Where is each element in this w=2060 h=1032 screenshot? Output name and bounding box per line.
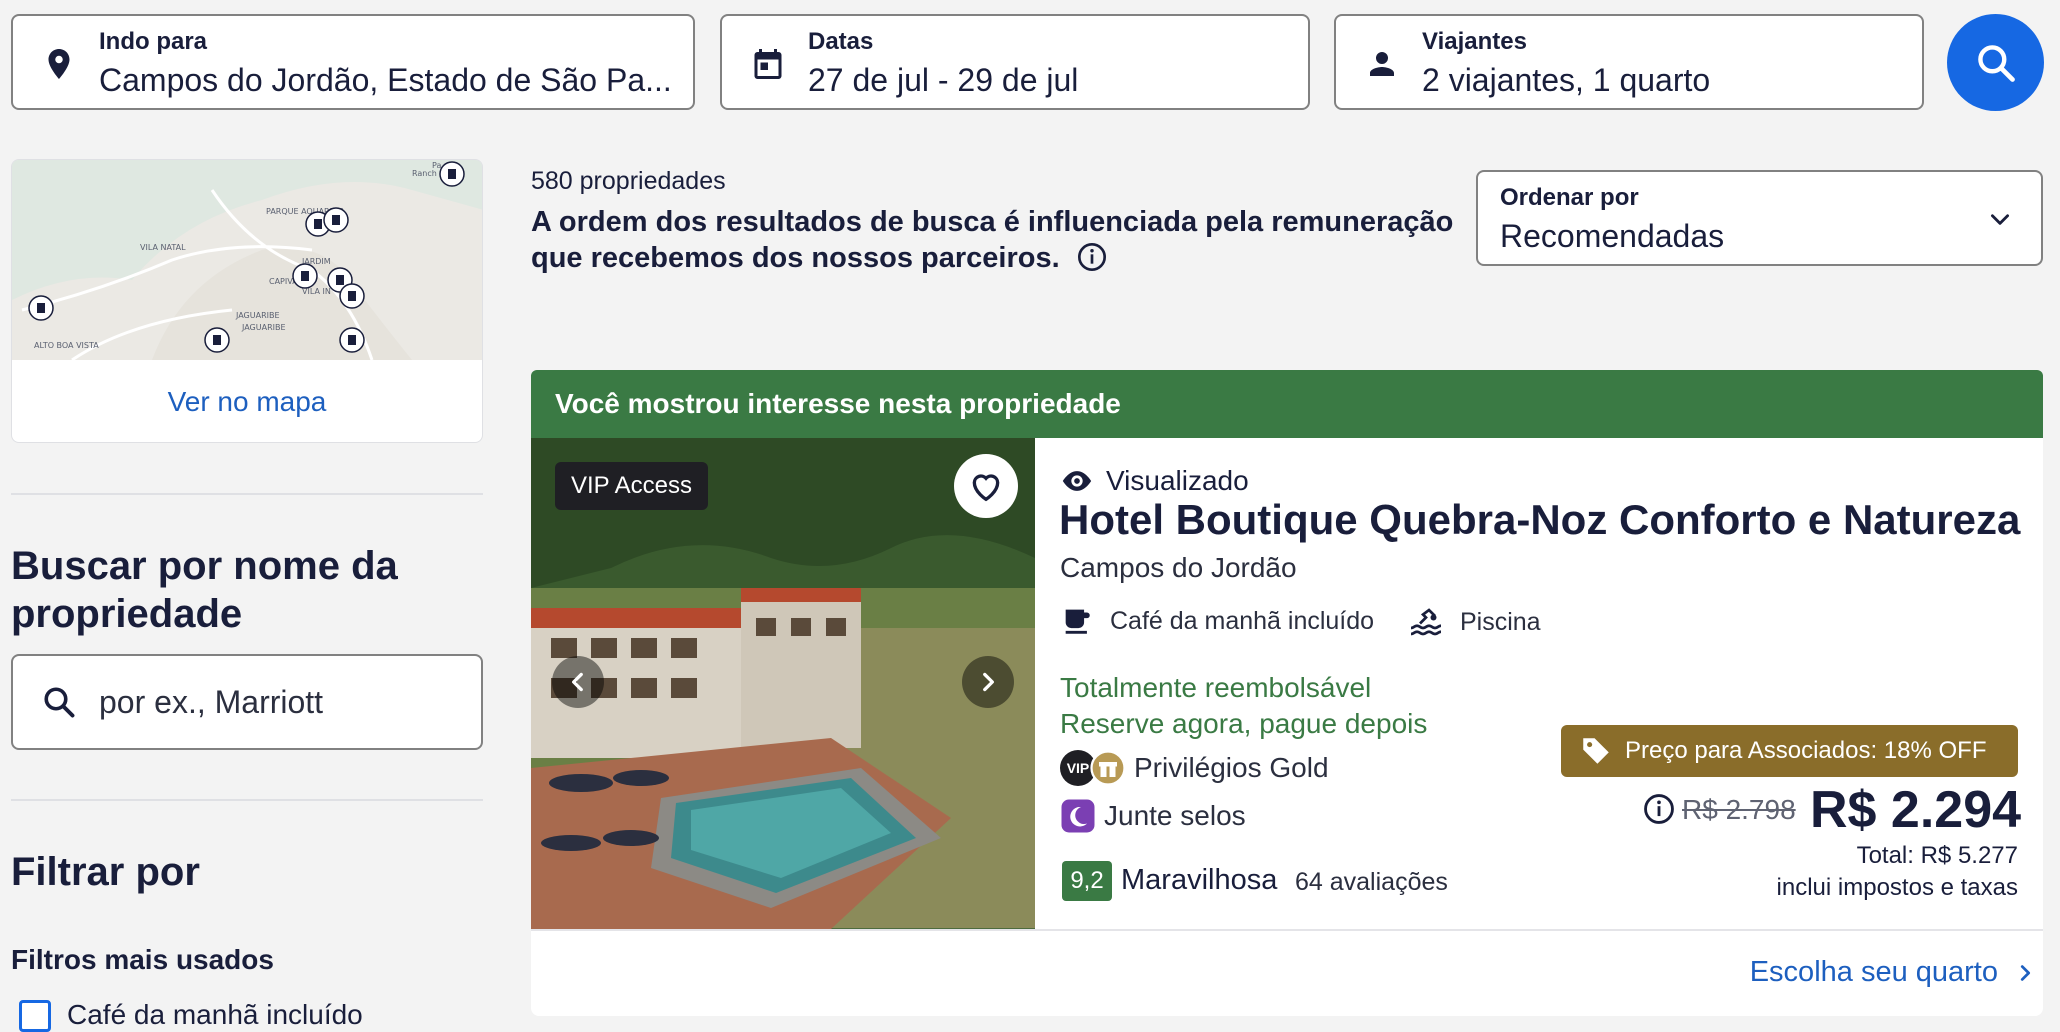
name-search-heading: Buscar por nome da propriedade xyxy=(11,544,398,636)
previous-photo-button[interactable] xyxy=(552,656,604,708)
current-price: R$ 2.294 xyxy=(1810,781,2022,839)
info-icon[interactable] xyxy=(1076,241,1108,273)
amenity-label: Piscina xyxy=(1460,607,1541,636)
dates-label: Datas xyxy=(808,28,874,55)
sidebar-divider xyxy=(11,799,483,801)
filter-heading: Filtrar por xyxy=(11,850,200,894)
map-label: VILA NATAL xyxy=(140,243,186,252)
moon-icon xyxy=(1061,799,1095,833)
coffee-icon xyxy=(1065,609,1090,634)
taxes-note: inclui impostos e taxas xyxy=(1776,874,2018,901)
rating-score-badge: 9,2 xyxy=(1062,861,1112,901)
amenity-pool: Piscina xyxy=(1408,604,1541,640)
vip-access-badge: VIP Access xyxy=(555,462,708,510)
amenity-label: Café da manhã incluído xyxy=(1110,606,1375,635)
review-count[interactable]: 64 avaliações xyxy=(1295,868,1448,897)
heart-icon xyxy=(972,474,1000,502)
property-name-input[interactable] xyxy=(99,676,459,728)
view-on-map-link[interactable]: Ver no mapa xyxy=(12,360,482,442)
destination-label: Indo para xyxy=(99,28,208,55)
rating-word: Maravilhosa xyxy=(1121,864,1278,896)
map-card[interactable]: PARQUE AQUARELA VILA NATAL CAPIVARI JARD… xyxy=(11,159,483,443)
sort-value: Recomendadas xyxy=(1500,218,1725,254)
popular-filters-heading: Filtros mais usados xyxy=(11,944,274,975)
calendar-icon xyxy=(754,49,782,79)
travelers-label: Viajantes xyxy=(1422,28,1527,55)
map-label: ALTO BOA VISTA xyxy=(34,341,99,350)
map-label: JAGUARIBE xyxy=(241,323,286,332)
total-price: Total: R$ 5.277 xyxy=(1856,842,2018,869)
stamps-label: Junte selos xyxy=(1104,800,1246,831)
breakfast-filter-label[interactable]: Café da manhã incluído xyxy=(67,999,363,1031)
search-button[interactable] xyxy=(1947,14,2044,111)
hotel-location: Campos do Jordão xyxy=(1060,552,1297,583)
next-photo-button[interactable] xyxy=(962,656,1014,708)
card-divider xyxy=(531,929,2043,931)
property-name-search[interactable] xyxy=(11,654,483,750)
chevron-right-icon xyxy=(983,672,994,692)
travelers-value: 2 viajantes, 1 quarto xyxy=(1422,62,1711,98)
eye-icon xyxy=(1062,471,1092,491)
member-deal-text: Preço para Associados: 18% OFF xyxy=(1625,737,1987,764)
pool-icon xyxy=(1410,608,1442,636)
member-price-badge: Preço para Associados: 18% OFF xyxy=(1561,725,2018,777)
chevron-left-icon xyxy=(572,672,583,692)
ranking-disclaimer: A ordem dos resultados de busca é influe… xyxy=(531,204,1461,276)
original-price: R$ 2.798 xyxy=(1682,794,1796,825)
info-icon[interactable] xyxy=(1642,792,1676,826)
viewed-indicator: Visualizado xyxy=(1060,464,1249,498)
travelers-field[interactable]: Viajantes 2 viajantes, 1 quarto xyxy=(1334,14,1924,110)
choose-room-link[interactable]: Escolha seu quarto xyxy=(1750,956,2036,989)
map-label: Ranch xyxy=(412,169,437,178)
amenity-breakfast: Café da manhã incluído xyxy=(1060,604,1374,638)
map-label: JAGUARIBE xyxy=(235,311,280,320)
destination-value: Campos do Jordão, Estado de São Pa... xyxy=(99,62,672,98)
search-icon xyxy=(44,687,75,718)
sort-dropdown[interactable]: Ordenar por Recomendadas xyxy=(1476,170,2043,266)
gold-perk: VIP Privilégios Gold xyxy=(1060,750,1329,786)
gift-icon xyxy=(1090,750,1126,786)
map-thumbnail[interactable]: PARQUE AQUARELA VILA NATAL CAPIVARI JARD… xyxy=(12,160,483,360)
destination-field[interactable]: Indo para Campos do Jordão, Estado de Sã… xyxy=(11,14,695,110)
stamps-perk: Junte selos xyxy=(1060,798,1246,834)
pay-later-text: Reserve agora, pague depois xyxy=(1060,708,1428,739)
favorite-button[interactable] xyxy=(954,454,1018,518)
location-pin-icon xyxy=(48,49,70,79)
breakfast-filter-checkbox[interactable] xyxy=(19,1000,51,1032)
sidebar-divider xyxy=(11,493,483,495)
sort-label: Ordenar por xyxy=(1500,184,1639,211)
gold-label: Privilégios Gold xyxy=(1134,752,1329,783)
dates-field[interactable]: Datas 27 de jul - 29 de jul xyxy=(720,14,1310,110)
viewed-label: Visualizado xyxy=(1106,465,1249,496)
chevron-right-icon xyxy=(2020,964,2031,981)
interest-banner: Você mostrou interesse nesta propriedade xyxy=(531,370,2043,439)
hotel-photo[interactable] xyxy=(531,438,1035,929)
disclaimer-text: A ordem dos resultados de busca é influe… xyxy=(531,206,1454,274)
chevron-down-icon xyxy=(1991,214,2009,225)
results-count: 580 propriedades xyxy=(531,167,726,195)
search-icon xyxy=(1977,44,2015,82)
refundable-text: Totalmente reembolsável xyxy=(1060,672,1372,703)
hotel-name[interactable]: Hotel Boutique Quebra-Noz Conforto e Nat… xyxy=(1059,496,2020,544)
dates-value: 27 de jul - 29 de jul xyxy=(808,62,1079,98)
person-icon xyxy=(1370,52,1394,76)
choose-room-label: Escolha seu quarto xyxy=(1749,956,1998,988)
tag-icon xyxy=(1583,738,1609,764)
